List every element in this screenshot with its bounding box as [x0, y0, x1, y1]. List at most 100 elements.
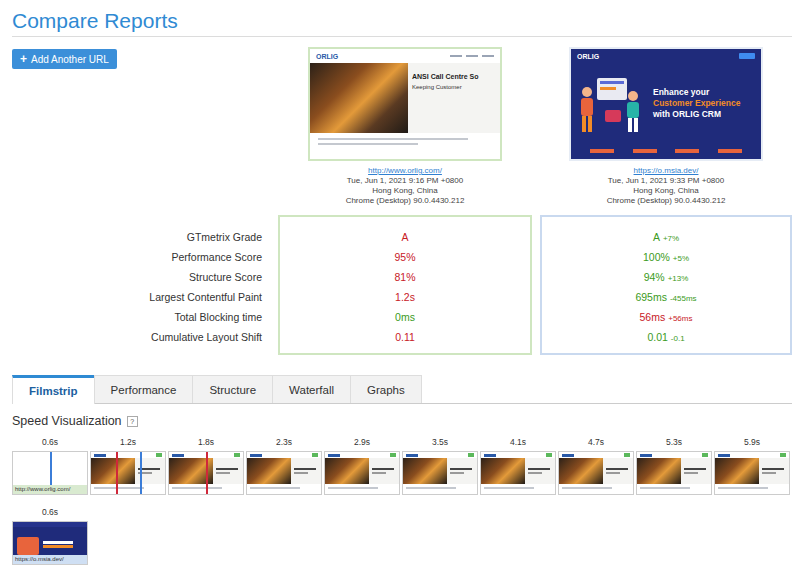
tab[interactable]: Structure — [192, 375, 273, 403]
frame-line — [528, 468, 550, 470]
frame-line — [762, 472, 776, 474]
frame-line — [450, 472, 464, 474]
compare-page: Compare Reports+Add Another URLORLIGANSI… — [0, 0, 800, 586]
menu-item — [450, 55, 462, 57]
filmstrip-frame[interactable]: http://www.orlig.com/ — [12, 451, 88, 495]
frame-panel — [447, 458, 477, 484]
metric-delta: -455ms — [670, 289, 697, 309]
filmstrip-frame[interactable] — [714, 451, 790, 495]
frame-line — [216, 468, 238, 470]
site-thumbnail[interactable]: ORLIGANSI Call Centre SoKeeping Customer — [308, 47, 502, 161]
metric-value-row: 95% — [280, 247, 530, 267]
report-header: ORLIG Enhance yourCustomer Experiencewith… — [540, 47, 792, 206]
site-logo: ORLIG — [577, 53, 599, 60]
filmstrip-frame[interactable] — [480, 451, 556, 495]
help-icon[interactable]: ? — [127, 416, 138, 427]
frame-caption: http://www.orlig.com/ — [13, 485, 87, 494]
report-url-link[interactable]: https://o.msia.dev/ — [634, 166, 699, 176]
metric-box: A+7%100%+5%94%+13%695ms-455ms56ms+56ms0.… — [540, 215, 792, 355]
site-hero: Enhance yourCustomer Experiencewith ORLI… — [571, 63, 761, 143]
metric-value-row: 56ms+56ms — [542, 307, 790, 327]
frame-logo — [562, 454, 574, 457]
frame-content — [325, 484, 399, 494]
frame-logo — [250, 454, 262, 457]
metric-delta: +5% — [673, 249, 689, 269]
filmstrip-frame[interactable] — [402, 451, 478, 495]
frame-hero — [637, 458, 711, 484]
frame-time: 1.2s — [90, 436, 166, 448]
tab[interactable]: Performance — [94, 375, 194, 403]
tab[interactable]: Filmstrip — [12, 375, 95, 404]
speed-title: Speed Visualization — [12, 413, 122, 429]
tab[interactable]: Graphs — [350, 375, 422, 403]
add-url-button[interactable]: + Add Another URL — [12, 49, 117, 69]
metric-value-row: A — [280, 227, 530, 247]
frame-nav — [13, 522, 87, 527]
report-location: Hong Kong, China — [633, 186, 698, 196]
filmstrip-frame[interactable] — [636, 451, 712, 495]
site-content — [310, 133, 500, 159]
metric-value-row: 1.2s — [280, 287, 530, 307]
frame-row: https://o.msia.dev/ — [12, 521, 792, 565]
metric-label: Structure Score — [0, 267, 262, 287]
frame-content — [559, 484, 633, 494]
hero-headline: Keeping Customer — [412, 84, 496, 91]
frame-photo — [559, 458, 603, 484]
metric-value: A — [653, 227, 660, 247]
metric-value-row: A+7% — [542, 227, 790, 247]
frame-panel — [291, 458, 321, 484]
hero-panel: ANSI Call Centre SoKeeping Customer — [408, 63, 500, 133]
timing-marker — [140, 452, 142, 494]
metric-value-row: 0ms — [280, 307, 530, 327]
frame-photo — [481, 458, 525, 484]
site-hero: ANSI Call Centre SoKeeping Customer — [310, 63, 500, 133]
hero-text: Enhance yourCustomer Experiencewith ORLI… — [653, 87, 757, 120]
metric-value: 0ms — [395, 307, 415, 327]
tab[interactable]: Waterfall — [272, 375, 351, 403]
speed-heading: Speed Visualization? — [12, 413, 792, 429]
frame-line — [528, 472, 542, 474]
frame-caption: https://o.msia.dev/ — [13, 555, 87, 564]
metric-label: Largest Contentful Paint — [0, 287, 262, 307]
frame-photo — [403, 458, 447, 484]
frame-line — [250, 487, 300, 489]
metric-label: Total Blocking time — [0, 307, 262, 327]
filmstrip-frame[interactable]: https://o.msia.dev/ — [12, 521, 88, 565]
report-url-link[interactable]: http://www.orlig.com/ — [368, 166, 442, 176]
metric-value-row: 100%+5% — [542, 247, 790, 267]
frame-logo — [172, 454, 184, 457]
filmstrip-frame[interactable] — [324, 451, 400, 495]
menu-item — [466, 55, 478, 57]
site-thumbnail[interactable]: ORLIG Enhance yourCustomer Experiencewith… — [569, 47, 763, 161]
frame-logo — [640, 454, 652, 457]
filmstrip-frame[interactable] — [168, 451, 244, 495]
frame-content — [247, 484, 321, 494]
add-url-label: Add Another URL — [31, 54, 109, 65]
frame-time: 5.3s — [636, 436, 712, 448]
plus-icon: + — [20, 53, 27, 65]
filmstrip-frame[interactable] — [90, 451, 166, 495]
metric-box: A95%81%1.2s0ms0.11 — [278, 215, 532, 355]
frame-time: 4.7s — [558, 436, 634, 448]
frame-time: 0.6s — [12, 436, 88, 448]
metric-value: 94% — [644, 267, 665, 287]
frame-logo — [94, 454, 106, 457]
frame-hero — [481, 458, 555, 484]
metric-column: A+7%100%+5%94%+13%695ms-455ms56ms+56ms0.… — [540, 215, 800, 355]
frame-panel — [681, 458, 711, 484]
compare-grid: +Add Another URLORLIGANSI Call Centre So… — [0, 47, 800, 355]
frame-badge — [624, 453, 630, 457]
filmstrip-row: 0.6shttps://o.msia.dev/ — [12, 506, 792, 565]
metric-value-row: 0.01-0.1 — [542, 327, 790, 347]
frame-panel — [603, 458, 633, 484]
frame-logo — [406, 454, 418, 457]
filmstrip-frame[interactable] — [558, 451, 634, 495]
filmstrip-frame[interactable] — [246, 451, 322, 495]
people-illustration-icon — [575, 70, 649, 136]
frame-line — [762, 468, 784, 470]
metric-delta: +7% — [663, 229, 679, 249]
metric-value: 81% — [394, 267, 415, 287]
frame-panel — [759, 458, 789, 484]
metric-delta: +56ms — [668, 309, 692, 329]
metric-value: 95% — [394, 247, 415, 267]
